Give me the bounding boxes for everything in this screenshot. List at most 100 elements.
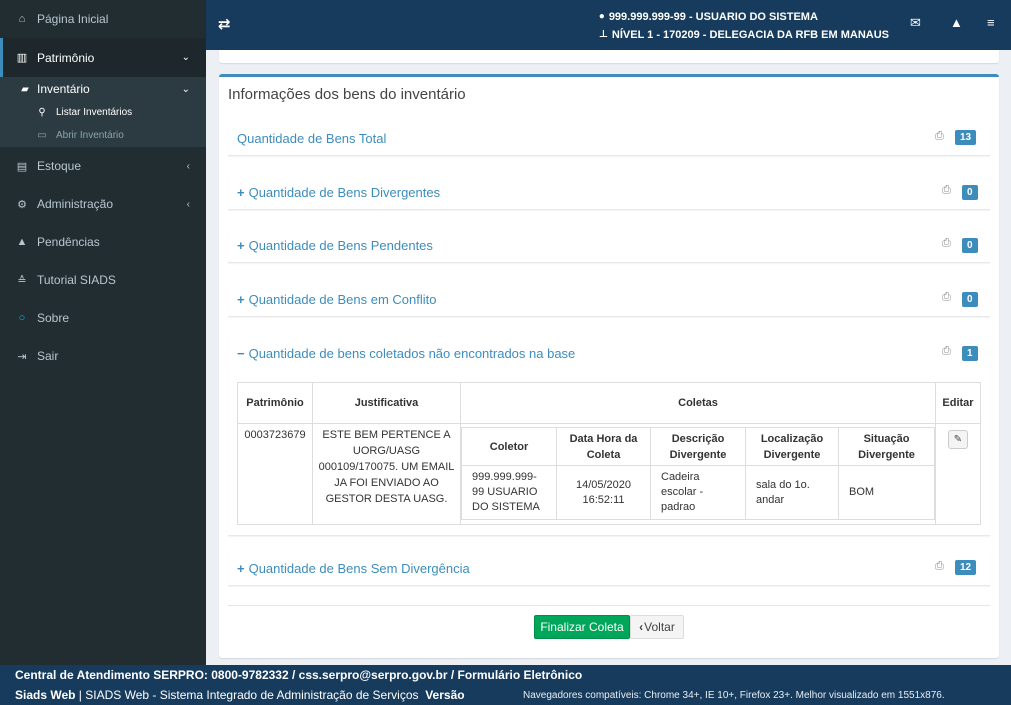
- sidebar-item-inventario[interactable]: ▰ Inventário ⌄: [0, 77, 206, 101]
- cell-editar: ✎: [935, 423, 981, 525]
- sidebar-item-label: Inventário: [37, 82, 90, 96]
- finalizar-coleta-button[interactable]: Finalizar Coleta: [534, 615, 630, 639]
- sidebar-item-label: Listar Inventários: [56, 107, 133, 118]
- cell-localizacao: sala do 1o. andar: [745, 465, 839, 520]
- col-header-patrimonio: Patrimônio: [237, 382, 313, 424]
- panel-toggle-link[interactable]: − Quantidade de bens coletados não encont…: [237, 346, 575, 361]
- panel-bens-sem-divergencia: + Quantidade de Bens Sem Divergência ⎙ 12: [228, 551, 990, 586]
- panel-toggle-link[interactable]: Quantidade de Bens Total: [237, 131, 386, 146]
- print-icon[interactable]: ⎙: [942, 345, 951, 358]
- user-level: NÍVEL 1 - 170209 - DELEGACIA DA RFB EM M…: [611, 29, 889, 41]
- plus-icon: +: [237, 291, 245, 307]
- menu-icon[interactable]: ≡: [987, 15, 995, 30]
- panel-label: Quantidade de Bens Sem Divergência: [248, 560, 470, 576]
- sidebar-item-abrir-inventario[interactable]: ▭ Abrir Inventário: [0, 124, 206, 147]
- nao-encontrados-table: Patrimônio Justificativa Coletas Editar …: [237, 382, 981, 525]
- sidebar-item-label: Sair: [37, 349, 59, 363]
- divider: [228, 605, 990, 606]
- col-header-data-hora: Data Hora da Coleta: [556, 427, 651, 466]
- user-icon: ●: [598, 11, 605, 22]
- sidebar-item-sobre[interactable]: ○ Sobre: [0, 299, 206, 337]
- sidebar-item-label: Patrimônio: [37, 50, 95, 65]
- search-icon: ⚲: [38, 107, 46, 118]
- panel-toggle-link[interactable]: + Quantidade de Bens em Conflito: [237, 292, 437, 307]
- count-badge: 0: [962, 185, 978, 200]
- print-icon[interactable]: ⎙: [935, 130, 944, 143]
- sidebar-item-label: Estoque: [37, 159, 82, 173]
- user-name: 999.999.999-99 - USUARIO DO SISTEMA: [608, 11, 818, 23]
- footer-browsers: Navegadores compatíveis: Chrome 34+, IE …: [523, 690, 945, 701]
- table-row: 0003723679 ESTE BEM PERTENCE A UORG/UASG…: [237, 423, 981, 525]
- box-title: Informações dos bens do inventário: [228, 86, 466, 103]
- sidebar-item-patrimonio[interactable]: ▥ Patrimônio ⌄: [0, 38, 206, 77]
- cogs-icon: ⚙: [17, 198, 27, 211]
- sidebar-item-administracao[interactable]: ⚙ Administração ‹: [0, 185, 206, 223]
- circle-icon: ○: [18, 312, 26, 324]
- col-header-situacao: Situação Divergente: [838, 427, 935, 466]
- count-badge: 12: [955, 560, 977, 575]
- count-badge: 1: [962, 346, 978, 361]
- warning-icon: ▲: [16, 236, 28, 248]
- sign-in-icon: ⇥: [17, 350, 27, 363]
- col-header-editar: Editar: [935, 382, 981, 424]
- sidebar-item-label: Pendências: [37, 235, 100, 249]
- plus-icon: +: [237, 184, 245, 200]
- warning-icon[interactable]: ▲: [950, 15, 963, 30]
- sitemap-icon: ⊥: [598, 29, 608, 40]
- footer: Central de Atendimento SERPRO: 0800-9782…: [0, 665, 1011, 705]
- panel-bens-total: Quantidade de Bens Total ⎙ 13: [228, 121, 990, 156]
- sidebar-item-label: Página Inicial: [37, 12, 109, 26]
- col-header-descricao: Descrição Divergente: [650, 427, 746, 466]
- edit-button[interactable]: ✎: [948, 430, 968, 449]
- sidebar-item-sair[interactable]: ⇥ Sair: [0, 337, 206, 375]
- sidebar-item-label: Sobre: [37, 311, 70, 325]
- envelope-icon[interactable]: ✉: [910, 15, 921, 31]
- print-icon[interactable]: ⎙: [942, 184, 951, 197]
- cell-coletor: 999.999.999-99 USUARIO DO SISTEMA: [461, 465, 557, 520]
- plus-icon: +: [237, 237, 245, 253]
- sidebar-item-label: Administração: [37, 197, 114, 211]
- panel-bens-nao-encontrados: − Quantidade de bens coletados não encont…: [228, 336, 990, 536]
- voltar-button[interactable]: ‹ Voltar: [630, 615, 684, 639]
- panel-label: Quantidade de Bens Divergentes: [248, 184, 441, 200]
- inbox-icon: ▤: [16, 160, 28, 173]
- col-header-justificativa: Justificativa: [312, 382, 461, 424]
- barcode-icon: ▥: [16, 52, 28, 64]
- count-badge: 0: [962, 238, 978, 253]
- sidebar-item-estoque[interactable]: ▤ Estoque ‹: [0, 147, 206, 185]
- count-badge: 13: [955, 130, 977, 145]
- cell-situacao: BOM: [838, 465, 935, 520]
- sidebar-submenu: ▰ Inventário ⌄ ⚲ Listar Inventários ▭ Ab…: [0, 77, 206, 147]
- inventory-info-box: Informações dos bens do inventário Quant…: [219, 74, 999, 658]
- footer-desc: | SIADS Web - Sistema Integrado de Admin…: [75, 688, 419, 702]
- print-icon[interactable]: ⎙: [935, 560, 944, 573]
- graduation-cap-icon: ≙: [17, 274, 27, 287]
- chevron-down-icon: ⌄: [181, 52, 190, 63]
- sidebar-toggle-icon[interactable]: ⇄: [218, 15, 231, 33]
- top-header: ⇄ ● 999.999.999-99 - USUARIO DO SISTEMA ⊥…: [206, 0, 1011, 50]
- chevron-left-icon: ‹: [186, 198, 190, 210]
- sidebar-item-pagina-inicial[interactable]: ⌂ Página Inicial: [0, 0, 206, 38]
- panel-toggle-link[interactable]: + Quantidade de Bens Sem Divergência: [237, 561, 470, 576]
- print-icon[interactable]: ⎙: [942, 291, 951, 304]
- col-header-localizacao: Localização Divergente: [745, 427, 839, 466]
- panel-label: Quantidade de Bens em Conflito: [248, 291, 437, 307]
- panel-label: Quantidade de Bens Total: [237, 130, 387, 146]
- sidebar-item-label: Tutorial SIADS: [37, 273, 116, 287]
- cell-coletas: Coletor Data Hora da Coleta Descrição Di…: [460, 423, 936, 525]
- chevron-left-icon: ‹: [639, 620, 644, 634]
- sidebar-item-tutorial[interactable]: ≙ Tutorial SIADS: [0, 261, 206, 299]
- panel-toggle-link[interactable]: + Quantidade de Bens Divergentes: [237, 185, 440, 200]
- sidebar-item-pendencias[interactable]: ▲ Pendências: [0, 223, 206, 261]
- edit-icon: ✎: [953, 433, 963, 445]
- sidebar-item-listar-inventarios[interactable]: ⚲ Listar Inventários: [0, 101, 206, 124]
- print-icon[interactable]: ⎙: [942, 237, 951, 250]
- footer-version-link[interactable]: Versão: [425, 688, 464, 702]
- panel-bens-conflito: + Quantidade de Bens em Conflito ⎙ 0: [228, 282, 990, 317]
- panel-toggle-link[interactable]: + Quantidade de Bens Pendentes: [237, 238, 433, 253]
- cell-justificativa: ESTE BEM PERTENCE A UORG/UASG 000109/170…: [312, 423, 461, 525]
- table-row: 999.999.999-99 USUARIO DO SISTEMA 14/05/…: [461, 465, 935, 520]
- folder-open-icon: ▭: [37, 130, 47, 141]
- minus-icon: −: [237, 345, 245, 361]
- cell-patrimonio: 0003723679: [237, 423, 313, 525]
